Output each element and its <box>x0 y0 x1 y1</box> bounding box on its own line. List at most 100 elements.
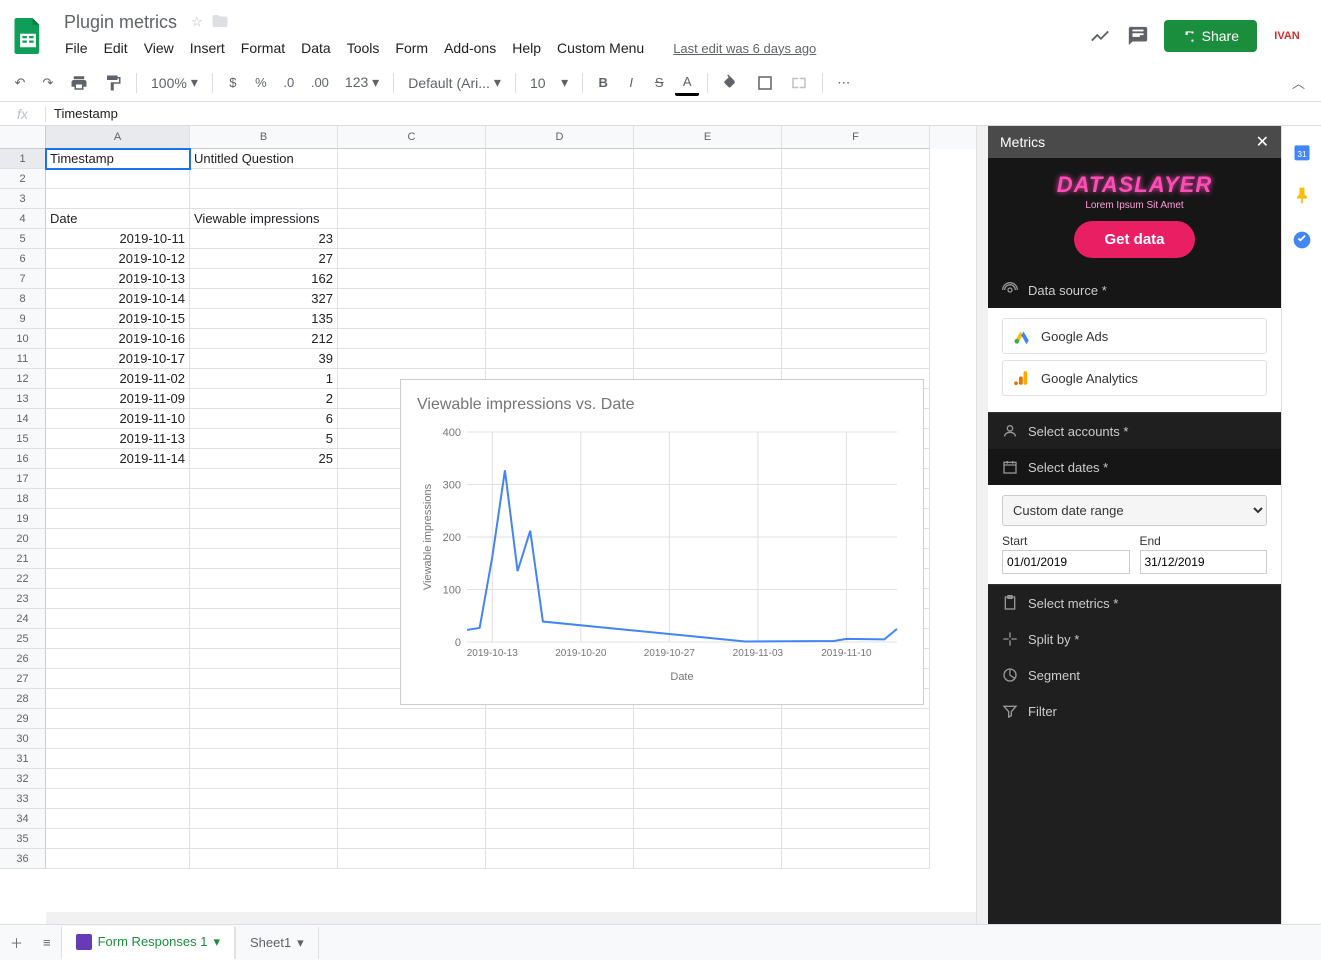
datasource-google-analytics[interactable]: Google Analytics <box>1002 360 1267 396</box>
cell-C8[interactable] <box>338 289 486 309</box>
row-header[interactable]: 1 <box>0 149 46 169</box>
cell-F30[interactable] <box>782 729 930 749</box>
row-header[interactable]: 7 <box>0 269 46 289</box>
cell-D30[interactable] <box>486 729 634 749</box>
cell-F35[interactable] <box>782 829 930 849</box>
cell-A26[interactable] <box>46 649 190 669</box>
section-segment[interactable]: Segment <box>988 657 1281 693</box>
tab-sheet1[interactable]: Sheet1 ▾ <box>235 927 319 959</box>
cell-E1[interactable] <box>634 149 782 169</box>
cell-A13[interactable]: 2019-11-09 <box>46 389 190 409</box>
cell-B25[interactable] <box>190 629 338 649</box>
cell-C36[interactable] <box>338 849 486 869</box>
cell-B31[interactable] <box>190 749 338 769</box>
cell-F2[interactable] <box>782 169 930 189</box>
explore-icon[interactable] <box>1088 24 1112 48</box>
vertical-scrollbar[interactable] <box>976 126 988 924</box>
cell-F11[interactable] <box>782 349 930 369</box>
currency-icon[interactable]: $ <box>221 70 245 96</box>
merge-icon[interactable] <box>784 70 814 96</box>
section-data-source[interactable]: Data source * <box>988 272 1281 308</box>
datasource-google-ads[interactable]: Google Ads <box>1002 318 1267 354</box>
user-avatar[interactable]: IVAN <box>1271 20 1303 52</box>
row-header[interactable]: 2 <box>0 169 46 189</box>
cell-E2[interactable] <box>634 169 782 189</box>
share-button[interactable]: Share <box>1164 20 1257 52</box>
cell-E36[interactable] <box>634 849 782 869</box>
row-header[interactable]: 8 <box>0 289 46 309</box>
formula-input[interactable]: Timestamp <box>46 106 1321 121</box>
section-split[interactable]: Split by * <box>988 621 1281 657</box>
cell-D6[interactable] <box>486 249 634 269</box>
row-header[interactable]: 25 <box>0 629 46 649</box>
cell-A1[interactable]: Timestamp <box>46 149 190 169</box>
cell-F33[interactable] <box>782 789 930 809</box>
menu-custom[interactable]: Custom Menu <box>550 36 651 60</box>
cell-C35[interactable] <box>338 829 486 849</box>
row-header[interactable]: 9 <box>0 309 46 329</box>
cell-F31[interactable] <box>782 749 930 769</box>
close-icon[interactable]: ✕ <box>1256 132 1269 152</box>
cell-F3[interactable] <box>782 189 930 209</box>
cell-B17[interactable] <box>190 469 338 489</box>
font-size-dropdown[interactable]: 10 ▾ <box>524 70 574 95</box>
paint-format-icon[interactable] <box>98 70 128 96</box>
all-sheets-icon[interactable]: ≡ <box>33 929 61 956</box>
column-header-a[interactable]: A <box>46 126 190 149</box>
section-accounts[interactable]: Select accounts * <box>988 413 1281 449</box>
sheets-logo-icon[interactable] <box>8 16 48 56</box>
cell-B10[interactable]: 212 <box>190 329 338 349</box>
cell-E9[interactable] <box>634 309 782 329</box>
cell-B5[interactable]: 23 <box>190 229 338 249</box>
row-header[interactable]: 36 <box>0 849 46 869</box>
cell-B29[interactable] <box>190 709 338 729</box>
cell-F34[interactable] <box>782 809 930 829</box>
cell-D8[interactable] <box>486 289 634 309</box>
cell-D4[interactable] <box>486 209 634 229</box>
cell-D7[interactable] <box>486 269 634 289</box>
cell-B18[interactable] <box>190 489 338 509</box>
row-header[interactable]: 28 <box>0 689 46 709</box>
add-sheet-icon[interactable]: ＋ <box>0 927 33 958</box>
column-header-b[interactable]: B <box>190 126 338 149</box>
cell-A19[interactable] <box>46 509 190 529</box>
menu-view[interactable]: View <box>137 36 181 60</box>
cell-D5[interactable] <box>486 229 634 249</box>
cell-B7[interactable]: 162 <box>190 269 338 289</box>
cell-B28[interactable] <box>190 689 338 709</box>
menu-file[interactable]: File <box>58 36 95 60</box>
cell-A4[interactable]: Date <box>46 209 190 229</box>
cell-A6[interactable]: 2019-10-12 <box>46 249 190 269</box>
row-header[interactable]: 34 <box>0 809 46 829</box>
decrease-decimal-icon[interactable]: .0 <box>277 70 301 96</box>
cell-D31[interactable] <box>486 749 634 769</box>
cell-B30[interactable] <box>190 729 338 749</box>
row-header[interactable]: 27 <box>0 669 46 689</box>
cell-D29[interactable] <box>486 709 634 729</box>
tasks-rail-icon[interactable] <box>1292 230 1312 250</box>
cell-B15[interactable]: 5 <box>190 429 338 449</box>
cell-B27[interactable] <box>190 669 338 689</box>
undo-icon[interactable]: ↶ <box>8 70 32 96</box>
get-data-button[interactable]: Get data <box>1074 221 1194 258</box>
column-header-d[interactable]: D <box>486 126 634 149</box>
cell-F1[interactable] <box>782 149 930 169</box>
cell-E7[interactable] <box>634 269 782 289</box>
cell-D10[interactable] <box>486 329 634 349</box>
menu-tools[interactable]: Tools <box>340 36 387 60</box>
tab-form-responses[interactable]: Form Responses 1 ▾ <box>61 926 235 960</box>
cell-A7[interactable]: 2019-10-13 <box>46 269 190 289</box>
zoom-dropdown[interactable]: 100% ▾ <box>145 70 204 95</box>
cell-A11[interactable]: 2019-10-17 <box>46 349 190 369</box>
row-header[interactable]: 29 <box>0 709 46 729</box>
fill-color-icon[interactable] <box>716 70 746 96</box>
percent-icon[interactable]: % <box>249 70 273 96</box>
cell-B2[interactable] <box>190 169 338 189</box>
cell-F7[interactable] <box>782 269 930 289</box>
row-header[interactable]: 3 <box>0 189 46 209</box>
more-icon[interactable]: ⋯ <box>831 70 856 96</box>
cell-E34[interactable] <box>634 809 782 829</box>
menu-format[interactable]: Format <box>234 36 292 60</box>
start-date-input[interactable] <box>1002 550 1130 574</box>
move-folder-icon[interactable] <box>211 12 229 33</box>
